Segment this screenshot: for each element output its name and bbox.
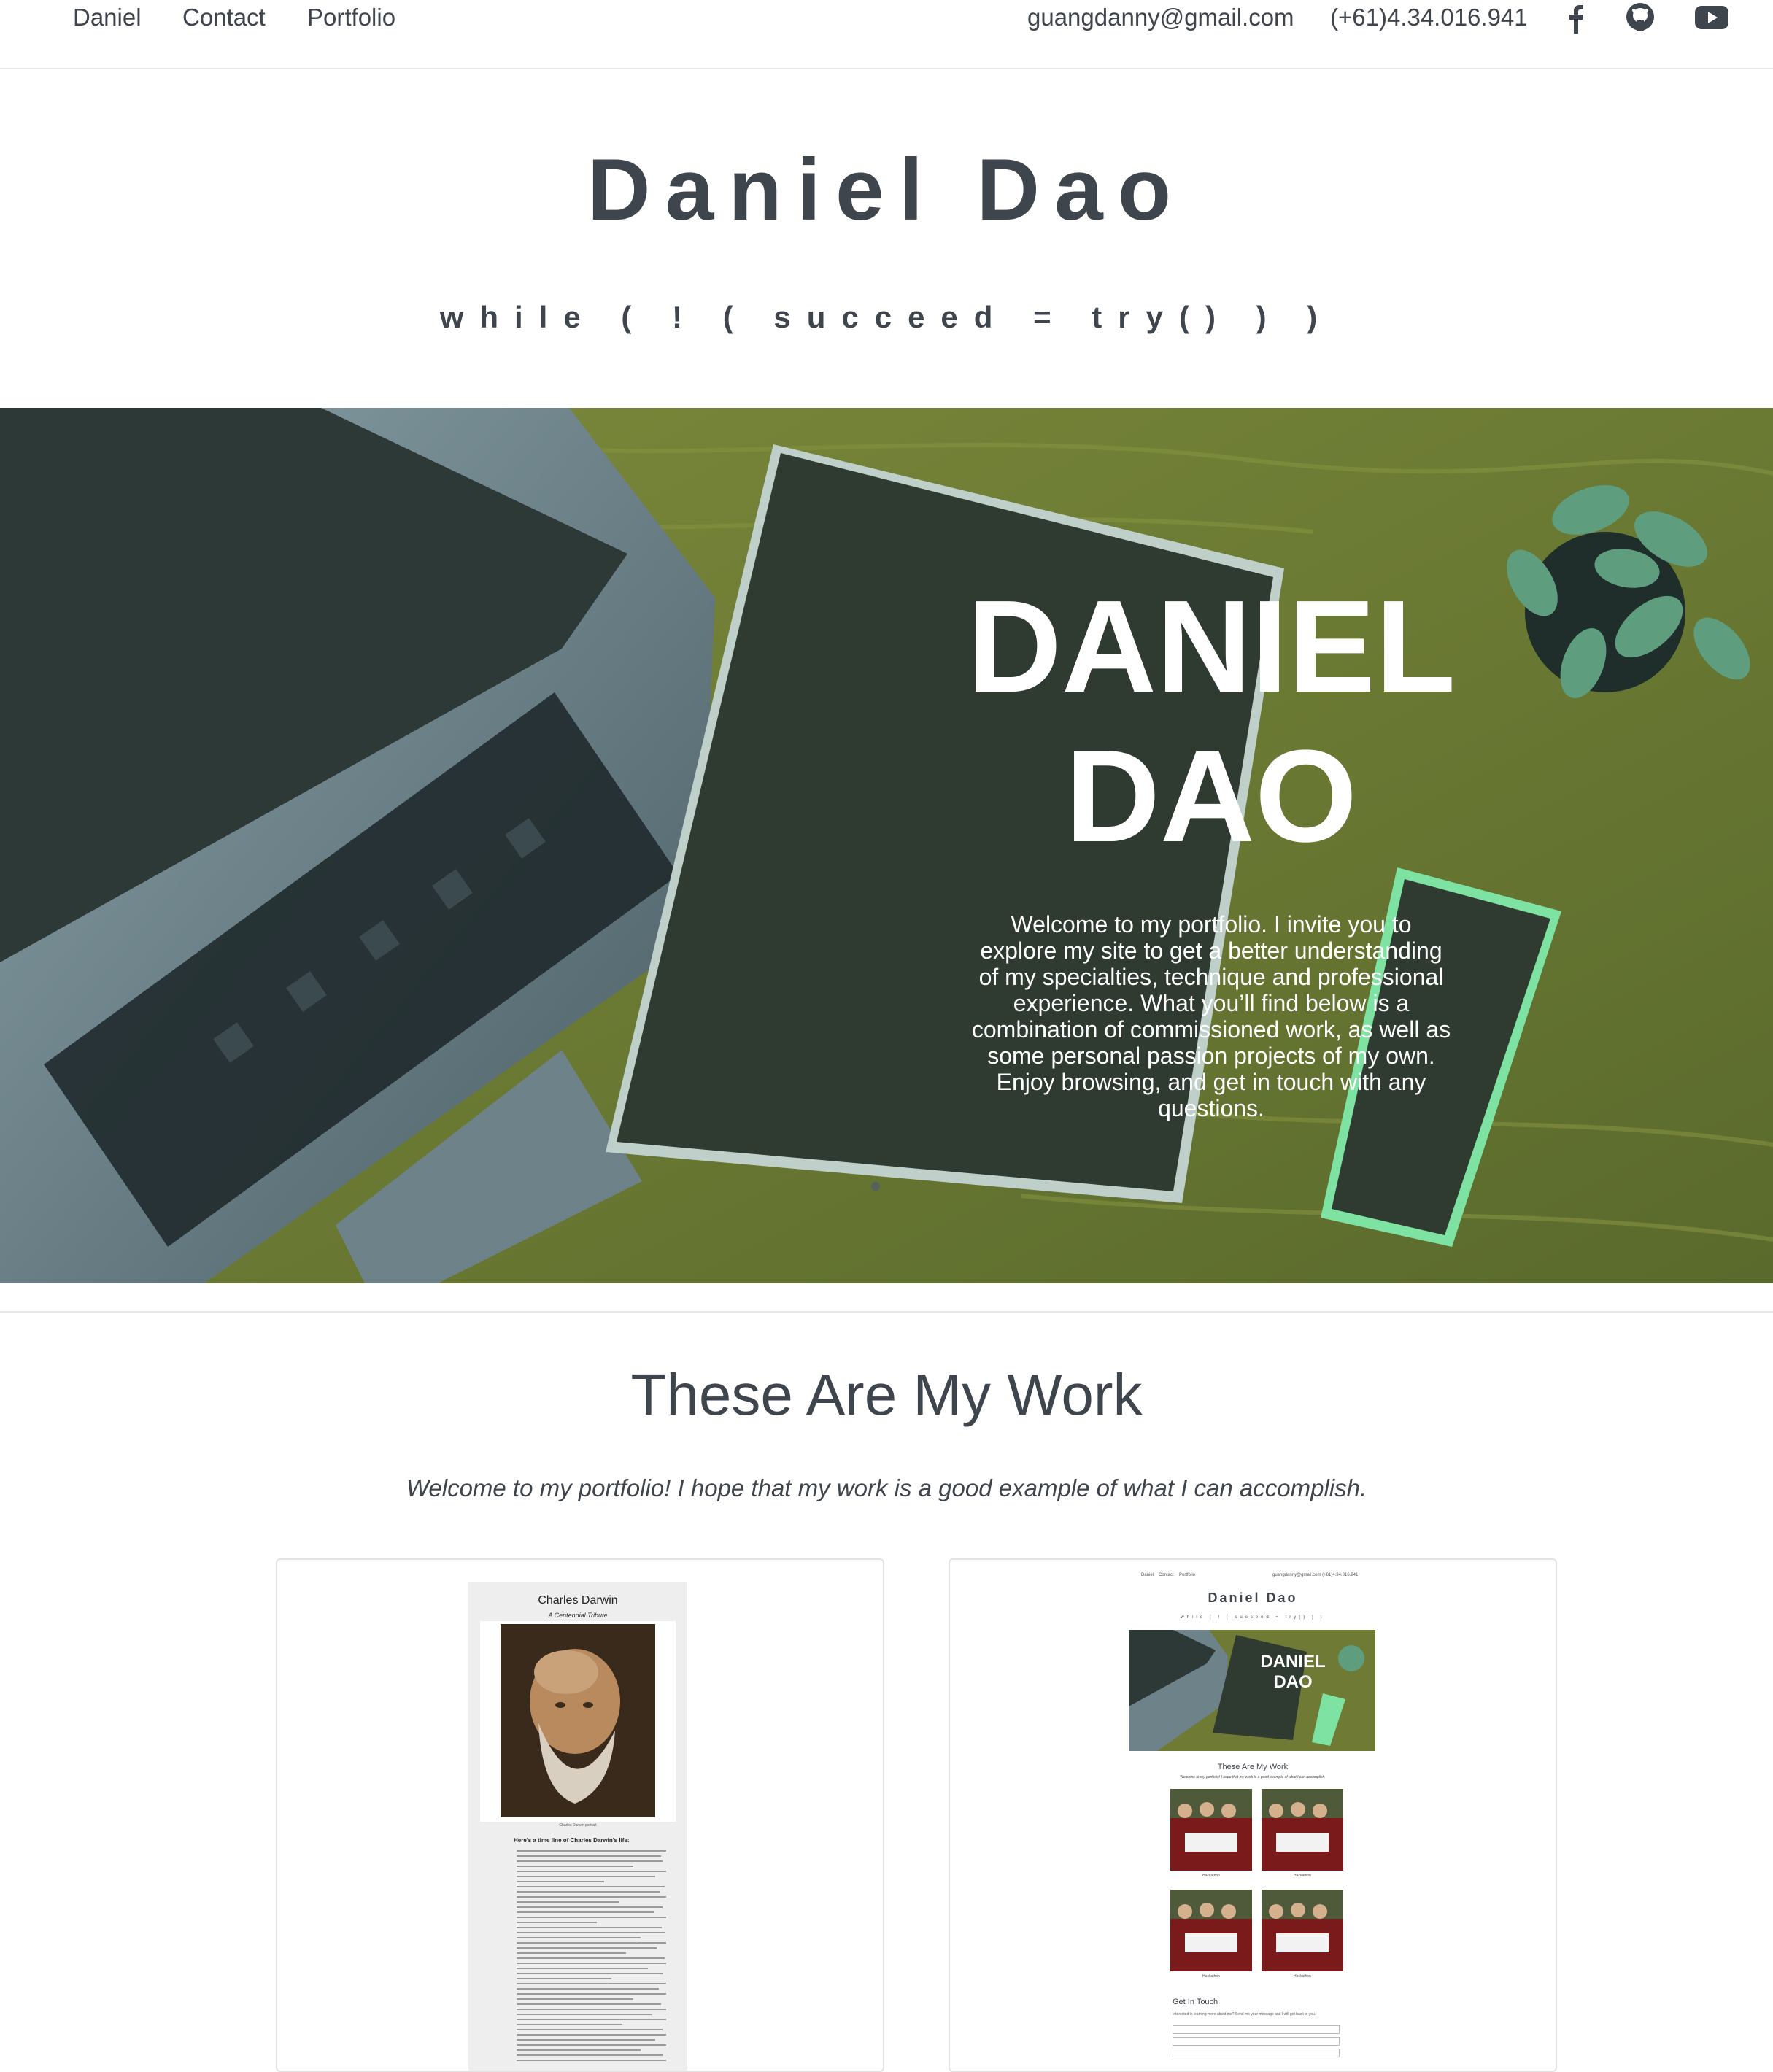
nav-phone[interactable]: (+61)4.34.016.941 xyxy=(1330,3,1528,32)
mini-project-caption: Hackathon xyxy=(1202,1974,1220,1979)
mini-hero-name: DANIEL DAO xyxy=(1260,1652,1326,1692)
mini-project-photo xyxy=(1170,1890,1252,1971)
hero-intro-text: Welcome to my portfolio. I invite you to… xyxy=(971,911,1451,1121)
nav-link-contact[interactable]: Contact xyxy=(182,3,266,32)
hero-banner: DANIEL DAO Welcome to my portfolio. I in… xyxy=(0,408,1773,1283)
mini-site-title: Daniel Dao xyxy=(1208,1590,1298,1605)
mini-nav-link: Portfolio xyxy=(1179,1573,1196,1577)
portfolio-site-thumbnail: Daniel Contact Portfolio guangdanny@gmai… xyxy=(950,1560,1556,2071)
thumb-caption: Charles Darwin portrait xyxy=(559,1823,597,1828)
nav-link-daniel[interactable]: Daniel xyxy=(73,3,142,32)
mini-form-field xyxy=(1173,2025,1340,2034)
top-navbar: Daniel Contact Portfolio guangdanny@gmai… xyxy=(0,0,1773,69)
nav-email[interactable]: guangdanny@gmail.com xyxy=(1027,3,1294,32)
hero-name: DANIEL DAO xyxy=(967,573,1456,870)
section-divider xyxy=(0,1311,1773,1313)
mini-nav-link: Daniel xyxy=(1141,1573,1154,1577)
mini-project-photo xyxy=(1262,1789,1343,1871)
mini-nav-link: Contact xyxy=(1159,1573,1174,1577)
darwin-tribute-thumbnail: Charles Darwin A Centennial Tribute Char… xyxy=(468,1582,687,2071)
site-title: Daniel Dao xyxy=(587,141,1186,239)
mini-contact-title: Get In Touch xyxy=(1173,1998,1218,2006)
mini-nav-contact: guangdanny@gmail.com (+61)4.34.016.941 xyxy=(1272,1573,1359,1577)
thumb-title: Charles Darwin xyxy=(538,1594,618,1607)
mini-work-subtitle: Welcome to my portfolio! I hope that my … xyxy=(1180,1775,1326,1779)
mini-hero: DANIEL DAO xyxy=(1129,1630,1375,1751)
portfolio-card-site[interactable]: Daniel Contact Portfolio guangdanny@gmai… xyxy=(949,1558,1557,2072)
work-section-subtitle: Welcome to my portfolio! I hope that my … xyxy=(406,1474,1367,1501)
mini-project-photo xyxy=(1262,1890,1343,1971)
thumb-timeline-heading: Here’s a time line of Charles Darwin’s l… xyxy=(514,1837,630,1844)
mini-project-caption: Hackathon xyxy=(1202,1874,1220,1878)
hero-desk-photo xyxy=(0,408,1773,1283)
mini-work-title: These Are My Work xyxy=(1217,1763,1289,1771)
mini-form-field xyxy=(1173,2049,1340,2057)
mini-project-photo xyxy=(1170,1789,1252,1871)
github-icon[interactable] xyxy=(1623,0,1658,35)
nav-link-portfolio[interactable]: Portfolio xyxy=(307,3,395,32)
darwin-portrait xyxy=(480,1621,676,1822)
mini-project-caption: Hackathon xyxy=(1294,1974,1311,1979)
portfolio-card-darwin[interactable]: Charles Darwin A Centennial Tribute Char… xyxy=(276,1558,884,2072)
mini-form-field xyxy=(1173,2037,1340,2046)
mini-site-tagline: while ( ! ( succeed = try() ) ) xyxy=(1181,1615,1325,1620)
site-tagline: while ( ! ( succeed = try() ) ) xyxy=(439,300,1334,334)
thumb-subtitle: A Centennial Tribute xyxy=(548,1612,608,1619)
mini-contact-subtitle: Interested in learning more about me? Se… xyxy=(1173,2012,1316,2017)
thumb-timeline-text xyxy=(517,1850,670,2065)
work-section-title: These Are My Work xyxy=(630,1362,1143,1427)
youtube-icon[interactable] xyxy=(1693,0,1728,35)
mini-project-caption: Hackathon xyxy=(1294,1874,1311,1878)
facebook-icon[interactable] xyxy=(1558,0,1594,35)
